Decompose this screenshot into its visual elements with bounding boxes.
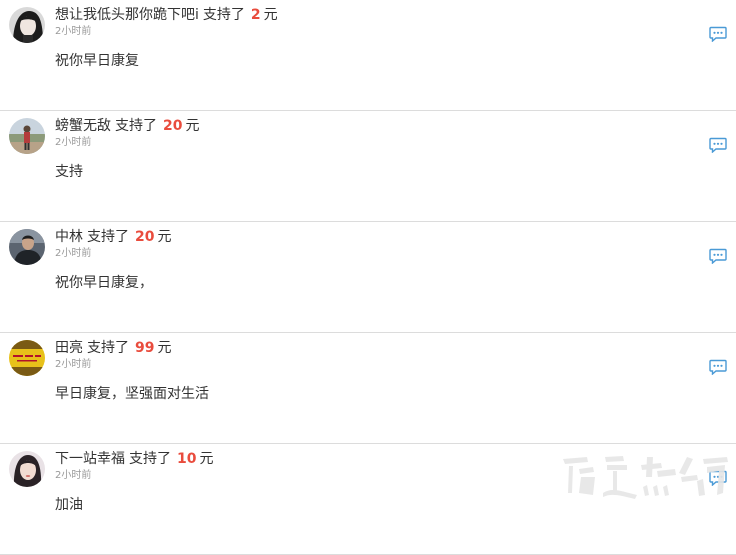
reply-comment-icon[interactable] (709, 470, 727, 487)
comment-message: 支持 (55, 164, 83, 180)
comment-message: 早日康复，坚强面对生活 (55, 386, 209, 402)
support-label: 支持了 (115, 118, 157, 134)
reply-comment-icon[interactable] (709, 137, 727, 154)
donor-name[interactable]: 中林 (55, 229, 83, 245)
avatar-outdoor-person-icon[interactable] (9, 118, 45, 154)
donation-amount: 20 (135, 229, 155, 245)
comment-item: 中林 支持了 20 元 2小时前 祝你早日康复， (0, 222, 736, 333)
comment-time: 2小时前 (55, 359, 92, 370)
support-label: 支持了 (87, 340, 129, 356)
avatar-yellow-banner-icon[interactable] (9, 340, 45, 376)
support-comment-list: 想让我低头那你跪下吧i 支持了 2 元 2小时前 祝你早日康复 螃蟹无敌 支持了… (0, 0, 736, 555)
comment-item: 螃蟹无敌 支持了 20 元 2小时前 支持 (0, 111, 736, 222)
donation-amount: 10 (177, 451, 197, 467)
comment-header: 田亮 支持了 99 元 (55, 338, 171, 358)
reply-comment-icon[interactable] (709, 26, 727, 43)
comment-message: 祝你早日康复 (55, 53, 139, 69)
comment-item: 想让我低头那你跪下吧i 支持了 2 元 2小时前 祝你早日康复 (0, 0, 736, 111)
currency-unit: 元 (157, 229, 172, 245)
avatar-woman-icon[interactable] (9, 451, 45, 487)
comment-message: 祝你早日康复， (55, 275, 153, 291)
donor-name[interactable]: 螃蟹无敌 (55, 118, 111, 134)
reply-comment-icon[interactable] (709, 359, 727, 376)
currency-unit: 元 (199, 451, 214, 467)
donor-name[interactable]: 田亮 (55, 340, 83, 356)
avatar-man-icon[interactable] (9, 229, 45, 265)
comment-item: 田亮 支持了 99 元 2小时前 早日康复，坚强面对生活 (0, 333, 736, 444)
support-label: 支持了 (129, 451, 171, 467)
donation-amount: 20 (163, 118, 183, 134)
support-label: 支持了 (202, 7, 245, 23)
comment-time: 2小时前 (55, 470, 92, 481)
donor-name[interactable]: 下一站幸福 (55, 451, 125, 467)
comment-header: 螃蟹无敌 支持了 20 元 (55, 116, 199, 136)
comment-message: 加油 (55, 497, 83, 513)
comment-time: 2小时前 (55, 137, 92, 148)
currency-unit: 元 (185, 118, 200, 134)
comment-header: 中林 支持了 20 元 (55, 227, 171, 247)
support-label: 支持了 (87, 229, 129, 245)
comment-time: 2小时前 (55, 248, 92, 259)
currency-unit: 元 (157, 340, 172, 356)
donation-amount: 2 (250, 7, 261, 23)
comment-item: 下一站幸福 支持了 10 元 2小时前 加油 (0, 444, 736, 555)
donation-amount: 99 (135, 340, 155, 356)
donor-name[interactable]: 想让我低头那你跪下吧i (55, 7, 199, 23)
comment-header: 下一站幸福 支持了 10 元 (55, 449, 213, 469)
currency-unit: 元 (263, 7, 278, 23)
comment-time: 2小时前 (55, 26, 92, 37)
comment-header: 想让我低头那你跪下吧i 支持了 2 元 (55, 5, 278, 25)
avatar-girl-icon[interactable] (9, 7, 45, 43)
reply-comment-icon[interactable] (709, 248, 727, 265)
